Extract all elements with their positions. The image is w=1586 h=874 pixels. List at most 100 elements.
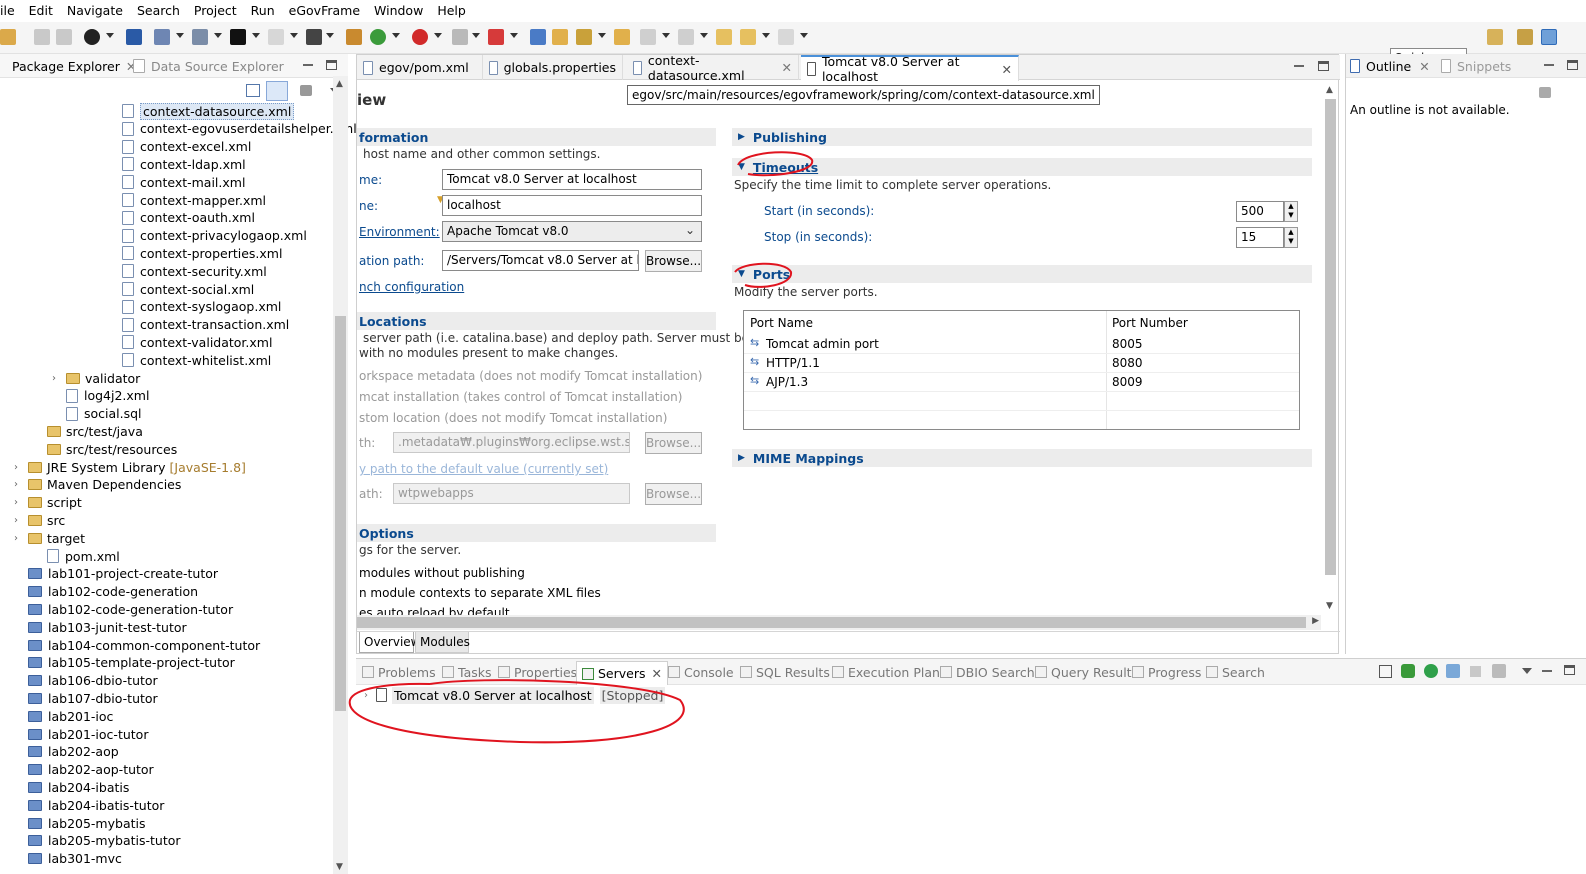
menu-edit[interactable]: Edit: [22, 0, 60, 22]
expand-arrow-icon[interactable]: ›: [14, 515, 24, 526]
tab-globals-properties[interactable]: globals.properties: [483, 55, 623, 80]
menu-project[interactable]: Project: [187, 0, 244, 22]
scroll-down-icon[interactable]: ▼: [1326, 601, 1333, 611]
file-item[interactable]: context-oauth.xml: [122, 209, 255, 227]
debug-icon[interactable]: [412, 29, 428, 45]
file-item[interactable]: social.sql: [66, 405, 142, 423]
minimize-icon[interactable]: [303, 64, 313, 66]
tab-search[interactable]: Search: [1206, 661, 1265, 683]
folder-item[interactable]: › target: [14, 529, 85, 547]
package-icon[interactable]: [346, 29, 362, 45]
tab-dbio-search[interactable]: DBIO Search: [940, 661, 1035, 683]
vertical-scrollbar[interactable]: ▲ ▼: [333, 76, 348, 874]
project-item[interactable]: lab104-common-component-tutor: [28, 636, 260, 654]
dropdown-arrow-icon[interactable]: [800, 33, 808, 38]
dropdown-arrow-icon[interactable]: [252, 33, 260, 38]
runtime-environment-select[interactable]: Apache Tomcat v8.0 ⌄: [442, 221, 702, 242]
dropdown-arrow-icon[interactable]: [326, 33, 334, 38]
tab-tomcat-server[interactable]: Tomcat v8.0 Server at localhost ✕: [801, 54, 1019, 84]
table-row[interactable]: ⇆ AJP/1.3 8009: [744, 373, 1299, 392]
mime-mappings-header[interactable]: ▶ MIME Mappings: [732, 449, 1312, 467]
editor-vertical-scrollbar[interactable]: ▲ ▼: [1323, 83, 1338, 613]
configuration-path-field[interactable]: /Servers/Tomcat v8.0 Server at loca: [442, 250, 639, 271]
use-workspace-metadata-option[interactable]: orkspace metadata (does not modify Tomca…: [359, 369, 702, 383]
close-icon[interactable]: ✕: [1002, 62, 1012, 77]
dropdown-arrow-icon[interactable]: [598, 33, 606, 38]
project-item[interactable]: lab201-ioc: [28, 707, 113, 725]
server-locations-header[interactable]: Locations: [357, 312, 716, 330]
scrollbar-thumb[interactable]: [1325, 99, 1336, 575]
maximize-icon[interactable]: [1564, 665, 1575, 675]
scroll-up-icon[interactable]: ▲: [1326, 85, 1333, 95]
project-item[interactable]: lab101-project-create-tutor: [28, 565, 218, 583]
project-item[interactable]: lab105-template-project-tutor: [28, 654, 235, 672]
serve-modules-option[interactable]: modules without publishing: [359, 566, 525, 580]
stop-timeout-spinner[interactable]: ▲ ▼: [1284, 227, 1298, 248]
source-folder-item[interactable]: src/test/java: [47, 422, 143, 440]
file-item[interactable]: context-syslogaop.xml: [122, 298, 281, 316]
source-folder-item[interactable]: src/test/resources: [47, 440, 177, 458]
menu-search[interactable]: Search: [130, 0, 187, 22]
tab-outline[interactable]: Outline ✕: [1350, 54, 1430, 78]
debug-server-icon[interactable]: [1401, 664, 1415, 678]
user-icon[interactable]: [84, 29, 100, 45]
project-item[interactable]: lab204-ibatis: [28, 778, 129, 796]
folder-item[interactable]: › src: [14, 511, 65, 529]
minimize-icon[interactable]: [1542, 670, 1552, 672]
start-timeout-spinner[interactable]: ▲ ▼: [1284, 201, 1298, 222]
tab-tasks[interactable]: Tasks: [442, 661, 492, 683]
publish-icon[interactable]: [1492, 664, 1506, 678]
project-item[interactable]: lab204-ibatis-tutor: [28, 796, 164, 814]
tab-context-datasource[interactable]: context-datasource.xml ✕: [627, 53, 799, 83]
menu-navigate[interactable]: Navigate: [60, 0, 130, 22]
next-annotation-icon[interactable]: [640, 29, 656, 45]
tab-package-explorer[interactable]: Package Explorer ✕: [0, 54, 136, 78]
use-tomcat-installation-option[interactable]: mcat installation (takes control of Tomc…: [359, 390, 682, 404]
collapse-all-icon[interactable]: [1379, 665, 1392, 678]
egov-perspective-icon[interactable]: [1541, 29, 1557, 45]
table-row[interactable]: ⇆ HTTP/1.1 8080: [744, 354, 1299, 373]
server-list-item[interactable]: › Tomcat v8.0 Server at localhost [Stopp…: [364, 685, 666, 705]
terminal-icon[interactable]: [230, 29, 246, 45]
tab-console[interactable]: Console: [668, 661, 734, 683]
start-timeout-field[interactable]: 500: [1236, 201, 1284, 222]
scroll-up-icon[interactable]: ▲: [336, 79, 343, 89]
runtime-environment-link[interactable]: Environment:: [359, 225, 440, 239]
tab-data-source-explorer[interactable]: Data Source Explorer: [133, 54, 284, 78]
tab-execution-plan[interactable]: Execution Plan: [832, 661, 940, 683]
set-default-path-link[interactable]: y path to the default value (currently s…: [359, 462, 608, 476]
scroll-right-icon[interactable]: ▶: [1312, 616, 1319, 626]
search-file-icon[interactable]: [154, 29, 170, 45]
file-item[interactable]: context-privacylogaop.xml: [122, 227, 307, 245]
save-all-icon[interactable]: [56, 29, 72, 45]
maximize-icon[interactable]: [326, 60, 337, 70]
dropdown-arrow-icon[interactable]: [472, 33, 480, 38]
stop-server-icon[interactable]: [1470, 666, 1481, 677]
project-item[interactable]: lab102-code-generation: [28, 583, 198, 601]
ports-column-number[interactable]: Port Number: [1112, 316, 1188, 330]
file-item[interactable]: context-ldap.xml: [122, 155, 246, 173]
dropdown-arrow-icon[interactable]: [434, 33, 442, 38]
menu-run[interactable]: Run: [244, 0, 282, 22]
file-item[interactable]: context-mail.xml: [122, 173, 245, 191]
back-icon[interactable]: [740, 29, 756, 45]
tab-sql-results[interactable]: SQL Results: [740, 661, 830, 683]
file-item[interactable]: pom.xml: [47, 547, 120, 565]
ports-column-name[interactable]: Port Name: [750, 316, 813, 330]
file-item[interactable]: context-mapper.xml: [122, 191, 266, 209]
menu-egovframe[interactable]: eGovFrame: [282, 0, 367, 22]
file-item[interactable]: context-social.xml: [122, 280, 254, 298]
dropdown-arrow-icon[interactable]: [290, 33, 298, 38]
view-menu-icon[interactable]: [1522, 668, 1532, 674]
open-perspective-icon[interactable]: [1487, 29, 1503, 45]
project-item[interactable]: lab205-mybatis-tutor: [28, 832, 181, 850]
collapse-all-icon[interactable]: [246, 84, 260, 97]
project-item[interactable]: lab201-ioc-tutor: [28, 725, 148, 743]
project-item[interactable]: lab102-code-generation-tutor: [28, 600, 233, 618]
profile-server-icon[interactable]: [1446, 664, 1460, 678]
tab-problems[interactable]: Problems: [362, 661, 436, 683]
expand-arrow-icon[interactable]: ›: [364, 690, 368, 701]
general-info-header[interactable]: formation: [357, 128, 716, 146]
dropdown-arrow-icon[interactable]: [762, 33, 770, 38]
browse-config-button[interactable]: Browse...: [645, 250, 702, 272]
